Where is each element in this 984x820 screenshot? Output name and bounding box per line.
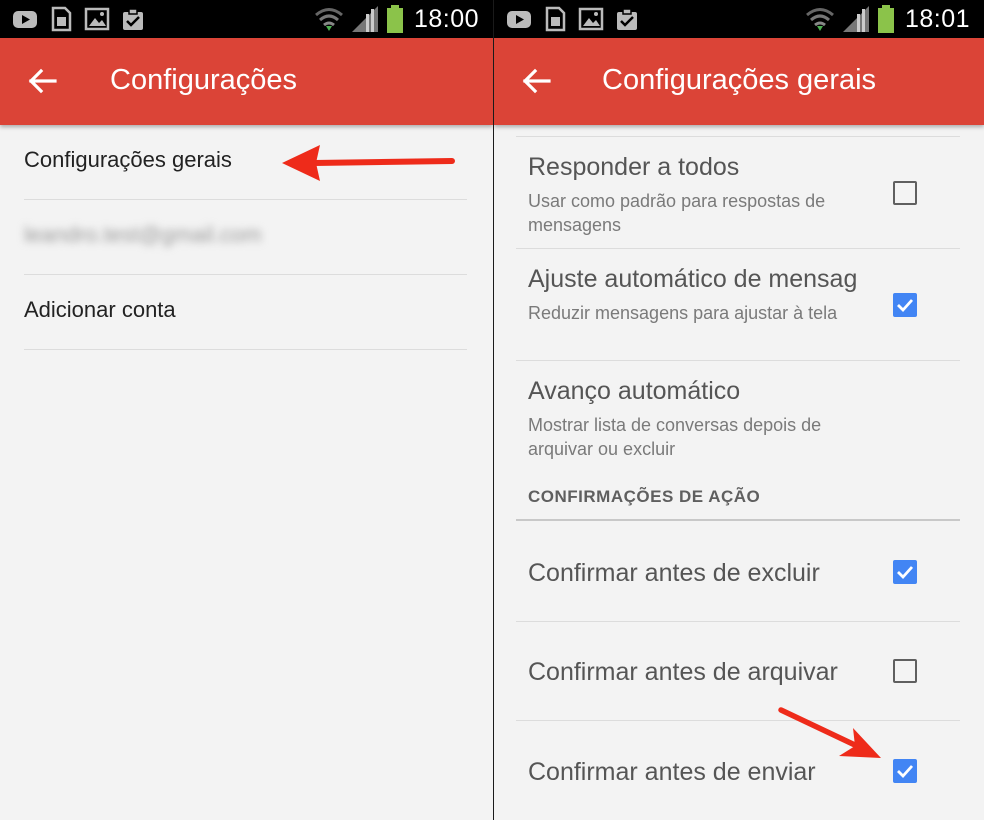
setting-title: Responder a todos bbox=[528, 153, 740, 181]
reply-all-checkbox[interactable] bbox=[893, 181, 917, 205]
battery-icon bbox=[877, 5, 894, 33]
app-bar: Configurações bbox=[0, 38, 493, 125]
clock: 18:01 bbox=[904, 4, 970, 33]
back-arrow-icon[interactable] bbox=[28, 68, 58, 94]
clipboard-check-icon bbox=[617, 8, 637, 30]
settings-item-label: Configurações gerais bbox=[24, 147, 232, 172]
notification-icons bbox=[12, 6, 146, 32]
setting-reply-all[interactable]: Responder a todos Usar como padrão para … bbox=[516, 137, 960, 249]
confirm-send-checkbox[interactable] bbox=[893, 759, 917, 783]
setting-title: Ajuste automático de mensagens bbox=[528, 265, 856, 293]
setting-subtitle: Reduzir mensagens para ajustar à tela bbox=[528, 303, 838, 323]
youtube-icon bbox=[13, 11, 37, 28]
setting-confirm-archive[interactable]: Confirmar antes de arquivar bbox=[516, 622, 960, 721]
setting-subtitle: Mostrar lista de conversas depois de arq… bbox=[528, 415, 822, 459]
setting-confirm-delete[interactable]: Confirmar antes de excluir bbox=[516, 522, 960, 622]
status-bar: 18:01 bbox=[494, 0, 984, 38]
settings-item-add-account[interactable]: Adicionar conta bbox=[24, 275, 467, 350]
system-icons: 18:01 bbox=[805, 4, 970, 34]
settings-item-account[interactable]: leandro.test@gmail.com bbox=[24, 200, 467, 275]
screen-configuracoes-gerais: 18:01 Configurações gerais Responder a t… bbox=[494, 0, 984, 820]
section-divider bbox=[516, 519, 960, 521]
setting-title: Confirmar antes de enviar bbox=[528, 758, 816, 786]
setting-auto-advance[interactable]: Avanço automático Mostrar lista de conve… bbox=[516, 361, 960, 471]
red-pointer-arrow bbox=[778, 707, 881, 758]
setting-title: Confirmar antes de arquivar bbox=[528, 658, 838, 686]
check-icon bbox=[897, 765, 914, 779]
sim-card-icon bbox=[545, 6, 566, 32]
status-bar: 18:00 bbox=[0, 0, 493, 38]
gallery-icon bbox=[84, 7, 110, 31]
setting-title: Confirmar antes de excluir bbox=[528, 559, 820, 587]
signal-icon bbox=[842, 6, 869, 32]
section-header-confirmations: CONFIRMAÇÕES DE AÇÃO bbox=[528, 487, 761, 506]
app-bar-title: Configurações bbox=[110, 64, 297, 96]
system-icons: 18:00 bbox=[314, 4, 479, 34]
setting-auto-fit[interactable]: Ajuste automático de mensagens Reduzir m… bbox=[516, 249, 960, 361]
red-pointer-arrow bbox=[282, 145, 455, 181]
app-bar: Configurações gerais bbox=[494, 38, 984, 125]
confirm-archive-checkbox[interactable] bbox=[893, 659, 917, 683]
setting-subtitle: Usar como padrão para respostas de mensa… bbox=[528, 191, 826, 235]
clipboard-check-icon bbox=[123, 8, 143, 30]
sim-card-icon bbox=[51, 6, 72, 32]
check-icon bbox=[897, 299, 914, 313]
setting-confirm-send[interactable]: Confirmar antes de enviar bbox=[516, 721, 960, 820]
battery-icon bbox=[386, 5, 403, 33]
screen-configuracoes: 18:00 Configurações Configurações gerais… bbox=[0, 0, 493, 820]
account-email-label: leandro.test@gmail.com bbox=[24, 222, 262, 247]
check-icon bbox=[897, 566, 914, 580]
setting-title: Avanço automático bbox=[528, 377, 741, 405]
gallery-icon bbox=[578, 7, 604, 31]
settings-item-label: Adicionar conta bbox=[24, 297, 176, 322]
back-arrow-icon[interactable] bbox=[522, 68, 552, 94]
confirm-delete-checkbox[interactable] bbox=[893, 560, 917, 584]
wifi-icon bbox=[805, 8, 834, 31]
signal-icon bbox=[351, 6, 378, 32]
wifi-icon bbox=[314, 8, 343, 31]
auto-fit-checkbox[interactable] bbox=[893, 293, 917, 317]
app-bar-title: Configurações gerais bbox=[602, 64, 877, 96]
clock: 18:00 bbox=[413, 4, 479, 33]
notification-icons bbox=[506, 6, 640, 32]
youtube-icon bbox=[507, 11, 531, 28]
